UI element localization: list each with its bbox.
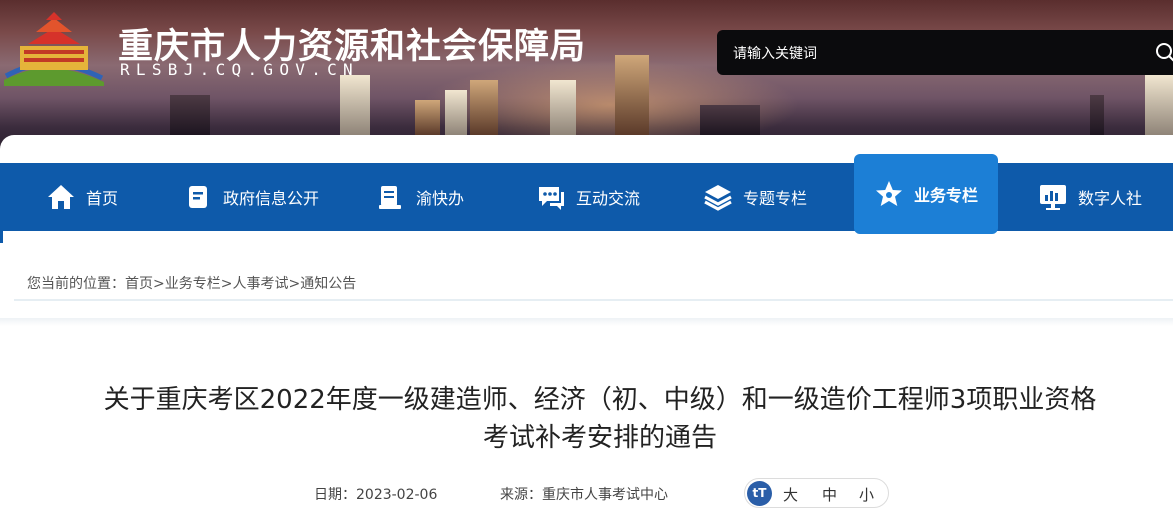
source-label: 来源： — [500, 487, 542, 503]
nav-item-label: 渝快办 — [416, 189, 465, 208]
building — [170, 95, 210, 135]
nav-edge — [0, 231, 3, 243]
site-domain: RLSBJ.CQ.GOV.CN — [120, 60, 359, 79]
article-title-line1: 关于重庆考区2022年度一级建造师、经济（初、中级）和一级造价工程师3项职业资格 — [103, 385, 1097, 415]
building — [445, 90, 467, 135]
monitor-icon — [1040, 185, 1066, 210]
nav-item-label: 政府信息公开 — [223, 189, 320, 208]
article-source: 来源：重庆市人事考试中心 — [500, 484, 668, 504]
font-size-medium-button[interactable]: 中 — [822, 484, 837, 505]
building — [615, 55, 649, 135]
date-value: 2023-02-06 — [356, 487, 438, 503]
breadcrumb-item-notice[interactable]: 通知公告 — [300, 276, 356, 292]
nav-item-gov-info[interactable]: 政府信息公开 — [183, 163, 319, 231]
building — [700, 105, 760, 135]
breadcrumb-prefix: 您当前的位置： — [27, 276, 125, 292]
nav-item-interaction[interactable]: 互动交流 — [536, 163, 640, 231]
nav-item-label: 专题专栏 — [743, 189, 808, 208]
breadcrumb-separator: > — [153, 276, 165, 292]
section-divider — [0, 318, 1173, 326]
breadcrumb-item-home[interactable]: 首页 — [125, 276, 153, 292]
search-icon[interactable] — [1155, 42, 1173, 64]
nav-item-label: 首页 — [86, 189, 119, 208]
breadcrumb-divider — [14, 299, 1173, 301]
search-input[interactable] — [731, 30, 1135, 77]
nav-item-digital[interactable]: 数字人社 — [1038, 163, 1142, 231]
article-date: 日期：2023-02-06 — [314, 484, 437, 504]
font-size-large-button[interactable]: 大 — [783, 484, 798, 505]
building — [1090, 95, 1104, 135]
breadcrumb-separator: > — [288, 276, 301, 292]
building — [1145, 75, 1173, 135]
nav-item-home[interactable]: 首页 — [46, 163, 118, 231]
nav-item-yukuaiban[interactable]: 渝快办 — [376, 163, 464, 231]
breadcrumb-separator: > — [220, 276, 233, 292]
star-icon — [875, 181, 902, 206]
nav-item-label: 业务专栏 — [913, 186, 978, 205]
article-title-line2: 考试补考安排的通告 — [482, 423, 717, 453]
building — [340, 75, 370, 135]
bureau-logo-icon[interactable] — [2, 10, 106, 86]
nav-item-label: 数字人社 — [1078, 189, 1143, 208]
nav-item-business[interactable]: 业务专栏 — [854, 154, 998, 234]
home-icon — [48, 185, 74, 209]
nav-item-special[interactable]: 专题专栏 — [703, 163, 807, 231]
date-label: 日期： — [314, 487, 356, 503]
building — [415, 100, 440, 135]
document-icon — [189, 186, 207, 208]
building — [550, 80, 576, 135]
building — [470, 80, 498, 135]
layers-icon — [704, 185, 732, 211]
font-size-switcher: tT 大 中 小 — [744, 478, 889, 508]
chat-icon — [539, 187, 564, 210]
search-bar — [717, 30, 1173, 77]
clipboard-icon — [379, 186, 401, 209]
nav-item-label: 互动交流 — [576, 189, 641, 208]
breadcrumb-item-business[interactable]: 业务专栏 — [165, 276, 221, 292]
font-size-icon: tT — [747, 481, 772, 506]
article-title: 关于重庆考区2022年度一级建造师、经济（初、中级）和一级造价工程师3项职业资格… — [0, 381, 1173, 457]
breadcrumb: 您当前的位置：首页>业务专栏>人事考试>通知公告 — [27, 273, 356, 293]
font-size-small-button[interactable]: 小 — [859, 484, 874, 505]
breadcrumb-item-exam[interactable]: 人事考试 — [232, 276, 288, 292]
source-value: 重庆市人事考试中心 — [542, 487, 668, 503]
